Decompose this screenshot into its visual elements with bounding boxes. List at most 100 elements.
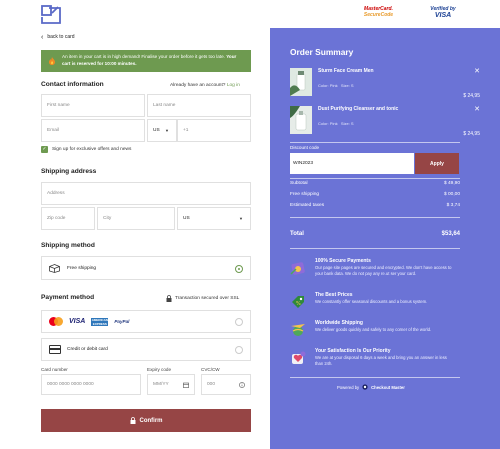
phone-prefix: +1 (183, 128, 189, 133)
check-icon[interactable]: ✓ (41, 146, 48, 153)
item-meta: Color: Pink Size: S (318, 83, 354, 88)
country-code-select[interactable]: US ▼ (147, 119, 177, 142)
amex-logo: AMERICAN EXPRESS (91, 317, 109, 326)
taxes-row: Estimated taxes $ 3,74 (290, 203, 460, 208)
alert-text: An item in your cart is in high demand! … (62, 54, 225, 59)
payment-title: Payment method (41, 294, 95, 301)
caret-down-icon: ▼ (165, 128, 169, 133)
back-label: back to card (47, 34, 75, 40)
checkout-form: ‹ back to card An item in your cart is i… (0, 28, 270, 449)
item-price: $ 24,95 (463, 93, 480, 99)
card-number-label: Card number (41, 367, 68, 372)
cvc-label: CVC/CW (201, 367, 220, 372)
country-code-value: US (153, 128, 160, 133)
zip-placeholder: Zip code (47, 216, 66, 221)
feature-desc: We deliver goods quickly and safely to a… (315, 327, 432, 332)
last-name-field[interactable]: Last name (147, 94, 251, 117)
divider (290, 248, 460, 249)
city-field[interactable]: City (97, 207, 175, 230)
discount-input[interactable]: WIN2023 (290, 153, 414, 174)
expiry-placeholder: MM/YY (153, 382, 169, 387)
confirm-label: Confirm (139, 417, 163, 424)
high-demand-alert: An item in your cart is in high demand! … (41, 50, 251, 72)
address-placeholder: Address (47, 191, 65, 196)
signup-label: Sign up for exclusive offers and news (52, 147, 132, 152)
card-icon (49, 345, 61, 354)
subtotal-value: $ 49,90 (443, 181, 460, 186)
info-icon[interactable] (239, 381, 245, 388)
email-field[interactable]: Email (41, 119, 145, 142)
item-meta: Color: Pink Size: S (318, 121, 354, 126)
close-icon[interactable]: ✕ (474, 106, 480, 113)
card-brands-option[interactable]: VISA AMERICAN EXPRESS PayPal (41, 310, 251, 333)
svg-text:%: % (296, 301, 301, 307)
heart-badge-icon (292, 351, 306, 364)
phone-field[interactable]: +1 (177, 119, 251, 142)
cvc-placeholder: 000 (207, 382, 216, 387)
flame-icon (49, 57, 55, 65)
item-name: Sturm Face Cream Men (318, 68, 374, 74)
confirm-button[interactable]: Confirm (41, 409, 251, 432)
item-size: Size: S (340, 121, 354, 126)
logo-icon[interactable] (41, 5, 61, 24)
card-option[interactable]: Credit or debit card (41, 338, 251, 361)
login-link[interactable]: Log in (227, 83, 240, 88)
feature-desc: We constantly offer seasonal discounts a… (315, 299, 428, 304)
back-to-card-link[interactable]: ‹ back to card (41, 33, 75, 41)
free-shipping-option[interactable]: Free shipping (41, 256, 251, 280)
product-thumbnail (290, 68, 312, 96)
card-radio[interactable] (235, 346, 243, 354)
card-number-placeholder: 0000 0000 0000 0000 (47, 382, 94, 387)
taxes-value: $ 3,74 (446, 203, 460, 208)
address-field[interactable]: Address (41, 182, 251, 205)
card-number-field[interactable]: 0000 0000 0000 0000 (41, 374, 141, 395)
mastercard-securecode-badge: MasterCard. SecureCode (361, 6, 396, 22)
expiry-label: Expiry code (147, 367, 172, 372)
discount-label: Discount code (290, 145, 320, 150)
divider (290, 142, 460, 143)
free-shipping-label: Free shipping (67, 265, 97, 271)
total-value: $53,64 (441, 231, 460, 237)
subtotal-label: Subtotal (290, 181, 308, 186)
last-name-placeholder: Last name (153, 103, 176, 108)
chevron-left-icon: ‹ (41, 33, 44, 41)
signup-checkbox-row[interactable]: ✓ Sign up for exclusive offers and news (41, 146, 131, 153)
lock-icon (130, 417, 135, 424)
item-price: $ 24,95 (463, 131, 480, 137)
powered-brand[interactable]: Checkout Master (371, 385, 405, 390)
feature-desc: We are at your disposal 6 days a week an… (315, 355, 447, 366)
item-color: Color: Pink (318, 83, 338, 88)
visa-line2: VISA (434, 12, 452, 19)
mastercard-logo (49, 317, 63, 326)
apply-label: Apply (430, 160, 444, 167)
total-row: Total $53,64 (290, 231, 460, 237)
zip-field[interactable]: Zip code (41, 207, 95, 230)
powered-by-label: Powered by (337, 384, 360, 390)
ssl-note: Transaction secured over SSL (166, 295, 239, 302)
order-summary-title: Order Summary (290, 47, 354, 57)
feature-desc: Our page site pages are secured and encr… (315, 265, 452, 276)
country-select[interactable]: US ▼ (177, 207, 251, 230)
country-value: US (183, 216, 190, 221)
close-icon[interactable]: ✕ (474, 68, 480, 75)
item-color: Color: Pink (318, 121, 338, 126)
expiry-field[interactable]: MM/YY (147, 374, 195, 395)
apply-button[interactable]: Apply (415, 153, 459, 174)
email-placeholder: Email (47, 128, 59, 133)
first-name-field[interactable]: First name (41, 94, 145, 117)
divider (290, 377, 460, 378)
product-thumbnail (290, 106, 312, 134)
feature-title: Your Satisfaction Is Our Priority (315, 348, 391, 354)
login-prompt: Already have an account? Log in (170, 83, 240, 88)
feature-satisfaction: Your Satisfaction Is Our Priority We are… (290, 348, 460, 372)
discount-value: WIN2023 (293, 161, 313, 166)
price-tag-icon: % (292, 296, 304, 308)
paypal-logo: PayPal (114, 319, 130, 324)
brands-radio[interactable] (235, 318, 243, 326)
taxes-label: Estimated taxes (290, 203, 325, 208)
card-option-label: Credit or debit card (67, 347, 108, 352)
cvc-field[interactable]: 000 (201, 374, 251, 395)
feature-title: Worldwide Shipping (315, 320, 363, 326)
shipping-radio-selected[interactable] (235, 265, 243, 273)
feature-title: 100% Secure Payments (315, 258, 371, 264)
